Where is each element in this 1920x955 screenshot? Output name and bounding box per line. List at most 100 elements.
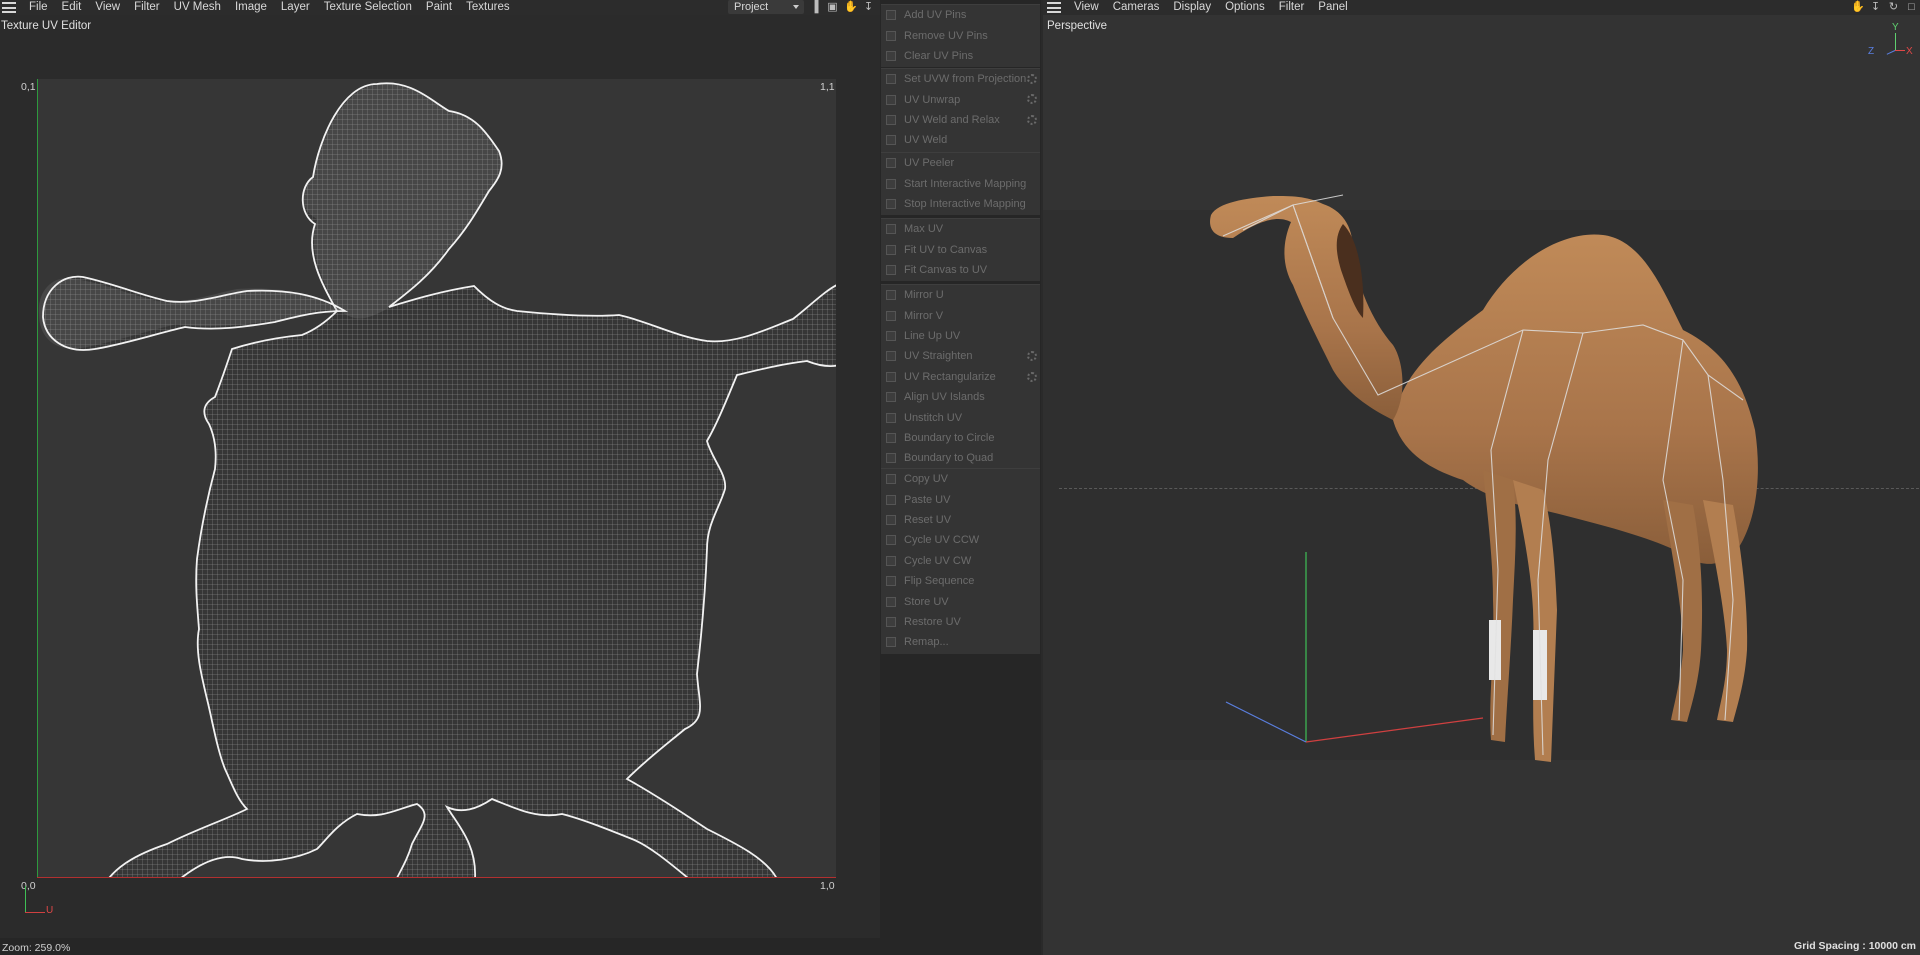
v-axis-indicator bbox=[25, 886, 26, 912]
command-align-uv-islands[interactable]: Align UV Islands bbox=[881, 387, 1040, 407]
gear-icon[interactable] bbox=[1027, 371, 1037, 382]
store-uv-icon bbox=[886, 596, 896, 607]
menu-file[interactable]: File bbox=[22, 0, 55, 15]
command-label: Add UV Pins bbox=[904, 9, 967, 22]
command-uv-weld-and-relax[interactable]: UV Weld and Relax bbox=[881, 110, 1040, 130]
menu-uv-mesh[interactable]: UV Mesh bbox=[167, 0, 228, 15]
u-axis-line bbox=[37, 877, 836, 878]
command-label: Reset UV bbox=[904, 513, 952, 526]
command-remove-uv-pins[interactable]: Remove UV Pins bbox=[881, 25, 1040, 45]
menu-layer[interactable]: Layer bbox=[274, 0, 317, 15]
command-stop-interactive-mapping[interactable]: Stop Interactive Mapping bbox=[881, 194, 1040, 214]
grid-spacing-status: Grid Spacing : 10000 cm bbox=[1794, 940, 1916, 952]
fit-canvas-to-uv-icon bbox=[886, 264, 896, 275]
command-unstitch-uv[interactable]: Unstitch UV bbox=[881, 407, 1040, 427]
world-z-axis bbox=[1225, 701, 1307, 743]
histogram-icon[interactable]: ▐ bbox=[808, 1, 821, 13]
perspective-viewport[interactable]: View Cameras Display Options Filter Pane… bbox=[1043, 0, 1920, 955]
camel-model[interactable] bbox=[1043, 0, 1920, 955]
command-restore-uv[interactable]: Restore UV bbox=[881, 612, 1040, 632]
menu-image[interactable]: Image bbox=[228, 0, 274, 15]
command-boundary-to-circle[interactable]: Boundary to Circle bbox=[881, 428, 1040, 448]
command-label: Flip Sequence bbox=[904, 575, 975, 588]
command-uv-peeler[interactable]: UV Peeler bbox=[881, 153, 1040, 173]
uv-straighten-icon bbox=[886, 351, 896, 362]
command-fit-canvas-to-uv[interactable]: Fit Canvas to UV bbox=[881, 260, 1040, 280]
command-cycle-uv-cw[interactable]: Cycle UV CW bbox=[881, 551, 1040, 571]
corner-label-top-right: 1,1 bbox=[820, 81, 835, 93]
menu-paint[interactable]: Paint bbox=[419, 0, 459, 15]
project-dropdown[interactable]: Project bbox=[728, 0, 804, 14]
panel-title: Texture UV Editor bbox=[1, 20, 92, 32]
line-up-uv-icon bbox=[886, 330, 896, 341]
command-paste-uv[interactable]: Paste UV bbox=[881, 489, 1040, 509]
command-max-uv[interactable]: Max UV bbox=[881, 219, 1040, 239]
lock-icon[interactable]: ▣ bbox=[826, 1, 839, 13]
command-cycle-uv-ccw[interactable]: Cycle UV CCW bbox=[881, 530, 1040, 550]
v-axis-line bbox=[37, 79, 38, 877]
uv-peeler-icon bbox=[886, 158, 896, 169]
menu-filter[interactable]: Filter bbox=[127, 0, 167, 15]
corner-label-bottom-right: 1,0 bbox=[820, 880, 835, 892]
command-label: UV Unwrap bbox=[904, 93, 961, 106]
command-uv-straighten[interactable]: UV Straighten bbox=[881, 346, 1040, 366]
stop-interactive-mapping-icon bbox=[886, 198, 896, 209]
command-store-uv[interactable]: Store UV bbox=[881, 591, 1040, 611]
unstitch-uv-icon bbox=[886, 412, 896, 423]
pan-hand-icon[interactable]: ✋ bbox=[844, 1, 858, 13]
menu-texture-selection[interactable]: Texture Selection bbox=[317, 0, 419, 15]
cycle-uv-cw-icon bbox=[886, 555, 896, 566]
uv-rectangularize-icon bbox=[886, 371, 896, 382]
texture-uv-editor-panel: File Edit View Filter UV Mesh Image Laye… bbox=[0, 0, 880, 955]
command-copy-uv[interactable]: Copy UV bbox=[881, 469, 1040, 489]
command-add-uv-pins[interactable]: Add UV Pins bbox=[881, 5, 1040, 25]
paste-uv-icon bbox=[886, 494, 896, 505]
gear-icon[interactable] bbox=[1027, 94, 1037, 105]
menu-textures[interactable]: Textures bbox=[459, 0, 516, 15]
menu-edit[interactable]: Edit bbox=[55, 0, 89, 15]
command-set-uvw-from-projection[interactable]: Set UVW from Projection bbox=[881, 69, 1040, 89]
command-remap[interactable]: Remap... bbox=[881, 632, 1040, 652]
set-uvw-from-projection-icon bbox=[886, 74, 896, 85]
uv-unwrap-icon bbox=[886, 94, 896, 105]
u-axis-label: U bbox=[46, 905, 54, 916]
hamburger-menu-icon[interactable] bbox=[2, 2, 16, 13]
uv-island-outline bbox=[108, 82, 836, 877]
command-fit-uv-to-canvas[interactable]: Fit UV to Canvas bbox=[881, 239, 1040, 259]
command-uv-weld[interactable]: UV Weld bbox=[881, 130, 1040, 150]
camel-body[interactable] bbox=[1393, 234, 1758, 564]
command-label: Mirror V bbox=[904, 309, 944, 322]
gear-icon[interactable] bbox=[1027, 74, 1037, 84]
gear-icon[interactable] bbox=[1027, 114, 1037, 125]
command-group: Copy UV Paste UV Reset UV Cycle UV CCW Cycle… bbox=[881, 468, 1040, 654]
command-uv-rectangularize[interactable]: UV Rectangularize bbox=[881, 367, 1040, 387]
reset-uv-icon bbox=[886, 514, 896, 525]
command-start-interactive-mapping[interactable]: Start Interactive Mapping bbox=[881, 173, 1040, 193]
command-uv-unwrap[interactable]: UV Unwrap bbox=[881, 89, 1040, 109]
boundary-to-circle-icon bbox=[886, 432, 896, 443]
chevron-down-icon bbox=[793, 5, 799, 9]
world-x-axis bbox=[1305, 717, 1484, 743]
max-uv-icon bbox=[886, 224, 896, 235]
command-flip-sequence[interactable]: Flip Sequence bbox=[881, 571, 1040, 591]
command-clear-uv-pins[interactable]: Clear UV Pins bbox=[881, 46, 1040, 66]
camel-front-leg-2[interactable] bbox=[1513, 480, 1557, 762]
command-line-up-uv[interactable]: Line Up UV bbox=[881, 326, 1040, 346]
command-mirror-u[interactable]: Mirror U bbox=[881, 285, 1040, 305]
command-mirror-v[interactable]: Mirror V bbox=[881, 305, 1040, 325]
camel-front-leg-1[interactable] bbox=[1483, 470, 1516, 742]
command-label: Align UV Islands bbox=[904, 391, 985, 404]
command-label: Store UV bbox=[904, 595, 949, 608]
uv-canvas[interactable] bbox=[37, 79, 836, 877]
command-boundary-to-quad[interactable]: Boundary to Quad bbox=[881, 448, 1040, 468]
u-axis-indicator bbox=[25, 912, 45, 913]
uv-mesh-layout[interactable] bbox=[37, 79, 836, 877]
menu-view[interactable]: View bbox=[88, 0, 127, 15]
command-label: Paste UV bbox=[904, 493, 951, 506]
command-label: Copy UV bbox=[904, 473, 949, 486]
command-group: UV Peeler Start Interactive Mapping Stop I… bbox=[881, 152, 1040, 216]
command-label: UV Straighten bbox=[904, 350, 973, 363]
command-reset-uv[interactable]: Reset UV bbox=[881, 510, 1040, 530]
gear-icon[interactable] bbox=[1027, 351, 1037, 362]
move-down-icon[interactable]: ↧ bbox=[862, 1, 875, 13]
